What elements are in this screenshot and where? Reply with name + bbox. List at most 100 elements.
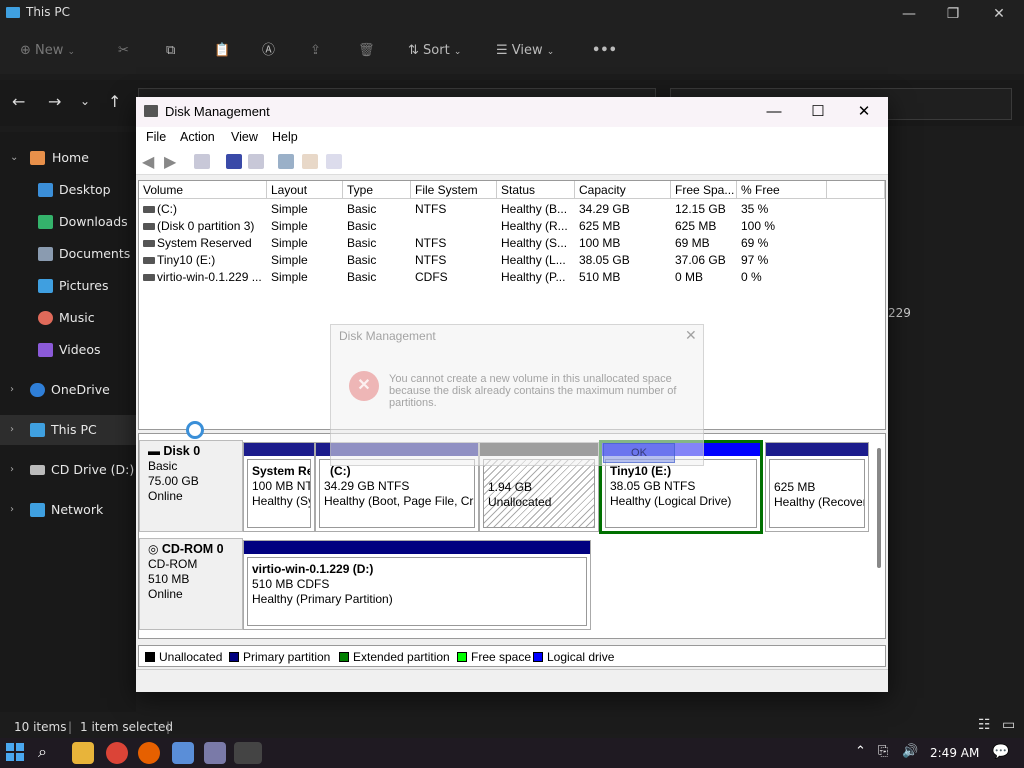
explorer-title: This PC	[26, 5, 70, 19]
column-header-type[interactable]: Type	[343, 181, 411, 199]
back-arrow-icon[interactable]: ←	[12, 92, 25, 111]
chrome-icon[interactable]	[106, 742, 128, 764]
file-explorer-icon[interactable]	[72, 742, 94, 764]
cell-fs: CDFS	[415, 270, 448, 284]
settings-list-icon[interactable]	[326, 154, 342, 169]
menu-view[interactable]: View	[231, 130, 258, 144]
sidebar-item-pictures[interactable]: Pictures	[0, 271, 136, 301]
cell-volume: virtio-win-0.1.229 ...	[157, 270, 262, 284]
close-button[interactable]: ✕	[976, 2, 1022, 26]
disk-management-taskbar-icon[interactable]	[234, 742, 262, 764]
column-header-file-system[interactable]: File System	[411, 181, 497, 199]
cell-volume: (C:)	[157, 202, 177, 216]
column-header-layout[interactable]: Layout	[267, 181, 343, 199]
partition-info: System Re 100 MB NTI Healthy (Sy	[247, 459, 311, 528]
partition-recovery[interactable]: 625 MB Healthy (Recover	[765, 442, 869, 532]
table-row[interactable]: System Reserved Simple Basic NTFS Healthy (S…	[139, 235, 885, 252]
menu-file[interactable]: File	[146, 130, 166, 144]
dm-close-button[interactable]: ✕	[842, 100, 886, 124]
chevron-right-icon: ›	[10, 424, 14, 435]
details-view-icon[interactable]: ☷	[978, 717, 991, 733]
maximize-button[interactable]: ❐	[930, 2, 976, 26]
table-row[interactable]: Tiny10 (E:) Simple Basic NTFS Healthy (L... 3…	[139, 252, 885, 269]
cell-type: Basic	[347, 270, 377, 284]
sort-button[interactable]: ⇅ Sort ⌄	[408, 38, 461, 64]
sidebar-item-music[interactable]: Music	[0, 303, 136, 333]
sidebar-item-label: Documents	[59, 246, 131, 261]
windows-start-icon[interactable]	[6, 743, 24, 761]
copy-icon[interactable]: ⧉	[166, 38, 175, 64]
sidebar-item-network[interactable]: › Network	[0, 495, 136, 525]
forward-arrow-icon[interactable]: →	[48, 92, 61, 111]
paste-icon[interactable]: 📋	[214, 38, 230, 64]
minimize-button[interactable]: —	[886, 2, 932, 26]
partition-system-reserved[interactable]: System Re 100 MB NTI Healthy (Sy	[243, 442, 315, 532]
cell-capacity: 100 MB	[579, 236, 621, 250]
partition-cdrom-d[interactable]: virtio-win-0.1.229 (D:) 510 MB CDFS Heal…	[243, 540, 591, 630]
task-manager-icon[interactable]	[172, 742, 194, 764]
disk-icon: ▬	[148, 444, 160, 458]
legend-extended-partition: Extended partition	[339, 650, 450, 664]
sidebar-item-home[interactable]: ⌄ Home	[0, 143, 136, 173]
sidebar-item-desktop[interactable]: Desktop	[0, 175, 136, 205]
cell-volume: System Reserved	[157, 236, 252, 250]
dm-maximize-button[interactable]: ☐	[796, 100, 840, 124]
column-header-status[interactable]: Status	[497, 181, 575, 199]
clock[interactable]: 2:49 AM	[930, 746, 979, 760]
cdrom0-name: CD-ROM 0	[161, 542, 224, 556]
firefox-icon[interactable]	[138, 742, 160, 764]
document-icon	[38, 247, 53, 261]
checklist-icon[interactable]	[302, 154, 318, 169]
partition-status: Healthy (Recover	[774, 495, 865, 509]
dm-minimize-button[interactable]: —	[752, 100, 796, 124]
new-button[interactable]: ⊕ New ⌄	[20, 38, 75, 64]
vertical-scrollbar[interactable]	[877, 448, 881, 568]
dialog-close-icon[interactable]: ✕	[685, 327, 697, 344]
dialog-ok-button[interactable]: OK	[603, 443, 675, 463]
network-tray-icon[interactable]: ⎘	[878, 744, 888, 759]
delete-icon[interactable]: 🗑	[358, 38, 375, 64]
connect-disk-icon[interactable]	[278, 154, 294, 169]
cd-drive-icon: ◎	[148, 542, 159, 556]
sidebar-item-videos[interactable]: Videos	[0, 335, 136, 365]
share-icon[interactable]: ⇪	[310, 38, 321, 64]
installer-icon[interactable]	[204, 742, 226, 764]
column-header-volume[interactable]: Volume	[139, 181, 267, 199]
table-row[interactable]: (Disk 0 partition 3) Simple Basic Healthy (…	[139, 218, 885, 235]
forward-arrow-icon[interactable]: ▶	[164, 152, 176, 172]
table-row[interactable]: (C:) Simple Basic NTFS Healthy (B... 34.29 GB…	[139, 201, 885, 218]
back-arrow-icon[interactable]: ◀	[142, 152, 154, 172]
rename-icon[interactable]: Ⓐ	[262, 38, 275, 64]
cdrom0-label[interactable]: ◎ CD-ROM 0 CD-ROM 510 MB Online	[139, 538, 243, 630]
sidebar-item-documents[interactable]: Documents	[0, 239, 136, 269]
column-header-percent-free[interactable]: % Free	[737, 181, 827, 199]
sidebar-item-this-pc[interactable]: › This PC	[0, 415, 136, 445]
cut-icon[interactable]: ✂	[118, 38, 129, 64]
search-icon[interactable]: ⌕	[38, 742, 47, 762]
sidebar-item-downloads[interactable]: Downloads	[0, 207, 136, 237]
sidebar-item-label: Music	[59, 310, 95, 325]
cell-capacity: 510 MB	[579, 270, 621, 284]
navigation-pane: ⌄ Home Desktop Downloads Documents Pictu…	[0, 132, 136, 712]
chevron-up-icon[interactable]: ⌃	[855, 744, 866, 759]
sidebar-item-cd-drive[interactable]: › CD Drive (D:) virtio-win-0.1.229	[0, 455, 136, 485]
help-icon[interactable]	[226, 154, 242, 169]
sidebar-item-label: Home	[52, 150, 89, 165]
sidebar-item-onedrive[interactable]: › OneDrive	[0, 375, 136, 405]
volume-icon[interactable]: 🔊	[902, 744, 918, 759]
table-row[interactable]: virtio-win-0.1.229 ... Simple Basic CDFS Hea…	[139, 269, 885, 286]
disk0-label[interactable]: ▬ Disk 0 Basic 75.00 GB Online	[139, 440, 243, 532]
up-arrow-icon[interactable]: ↑	[108, 92, 121, 111]
tiles-view-icon[interactable]: ▭	[1002, 717, 1015, 733]
show-hide-console-tree-icon[interactable]	[194, 154, 210, 169]
notification-icon[interactable]: 💬	[992, 744, 1009, 760]
menu-action[interactable]: Action	[180, 130, 215, 144]
cell-fs: NTFS	[415, 202, 447, 216]
properties-icon[interactable]	[248, 154, 264, 169]
more-options-button[interactable]: •••	[592, 38, 617, 64]
recent-locations-chevron-icon[interactable]: ⌄	[80, 94, 90, 108]
column-header-capacity[interactable]: Capacity	[575, 181, 671, 199]
menu-help[interactable]: Help	[272, 130, 298, 144]
view-button[interactable]: ☰ View ⌄	[496, 38, 554, 64]
column-header-free-space[interactable]: Free Spa...	[671, 181, 737, 199]
